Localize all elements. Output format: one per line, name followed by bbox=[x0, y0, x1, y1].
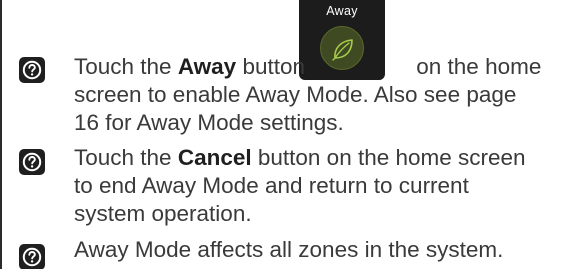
note-2-text-pre: Touch the bbox=[74, 145, 178, 170]
note-2-bold-cancel: Cancel bbox=[177, 145, 252, 170]
note-1-bold-away: Away bbox=[177, 54, 237, 79]
button-placeholder-gap bbox=[305, 64, 410, 74]
help-icon bbox=[19, 57, 45, 83]
note-1-line-2: screen to enable Away Mode. Also see pag… bbox=[74, 82, 517, 107]
away-button-label: Away bbox=[326, 4, 358, 18]
help-icon bbox=[19, 244, 45, 269]
note-1-line-1: Touch the Away button on the home bbox=[74, 52, 541, 81]
note-2-line-3: system operation. bbox=[74, 201, 252, 226]
page-left-border bbox=[0, 0, 2, 269]
note-3-line-1: Away Mode affects all zones in the syste… bbox=[74, 237, 504, 262]
note-1-text-pre: Touch the bbox=[74, 54, 178, 79]
note-1-text-post: button bbox=[236, 54, 306, 79]
note-1-text-after: on the home bbox=[410, 54, 542, 79]
note-2-line-2: to end Away Mode and return to current bbox=[74, 173, 469, 198]
note-2-text-post: button on the home screen bbox=[251, 145, 526, 170]
note-2-line-1: Touch the Cancel button on the home scre… bbox=[74, 143, 526, 172]
help-icon bbox=[19, 149, 45, 175]
note-1-line-3: 16 for Away Mode settings. bbox=[74, 110, 344, 135]
